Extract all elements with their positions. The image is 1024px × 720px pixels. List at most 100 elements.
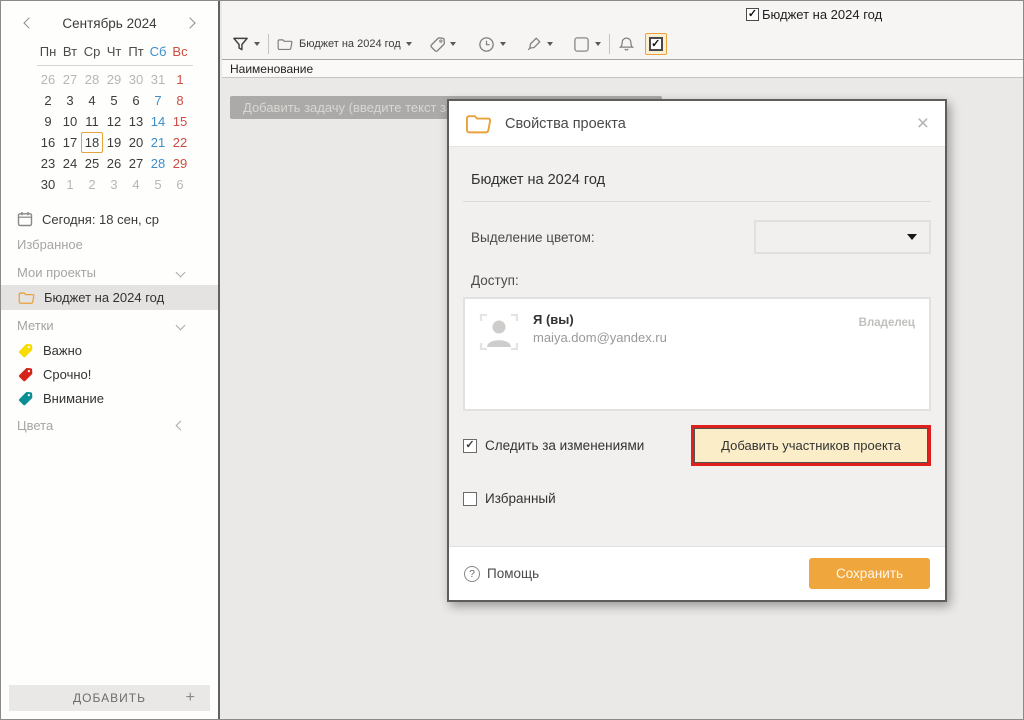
calendar-day[interactable]: 6 [125, 90, 147, 111]
sidebar-section-colors[interactable]: Цвета [1, 412, 218, 438]
calendar-day[interactable]: 27 [59, 69, 81, 90]
help-link[interactable]: ? Помощь [464, 566, 539, 582]
calendar-day[interactable]: 16 [37, 132, 59, 153]
filter-button[interactable] [232, 36, 260, 53]
calendar-day[interactable]: 30 [37, 174, 59, 195]
calendar-weekday: Сб [147, 41, 169, 62]
calendar-day[interactable]: 7 [147, 90, 169, 111]
add-button-label: ДОБАВИТЬ [73, 691, 146, 705]
folder-icon [277, 38, 293, 51]
column-header-name: Наименование [230, 62, 313, 76]
highlight-color-select[interactable] [754, 220, 931, 254]
calendar-day[interactable]: 28 [81, 69, 103, 90]
calendar-day[interactable]: 2 [81, 174, 103, 195]
calendar-day[interactable]: 19 [103, 132, 125, 153]
calendar-day[interactable]: 4 [81, 90, 103, 111]
checkbox-checked-icon[interactable]: ✓ [746, 8, 759, 21]
calendar-day[interactable]: 14 [147, 111, 169, 132]
calendar-day[interactable]: 9 [37, 111, 59, 132]
calendar-day[interactable]: 21 [147, 132, 169, 153]
project-selector-button[interactable]: Бюджет на 2024 год [277, 38, 412, 51]
project-name-field[interactable]: Бюджет на 2024 год [471, 172, 931, 188]
calendar-day[interactable]: 29 [103, 69, 125, 90]
calendar-day[interactable]: 8 [169, 90, 191, 111]
paint-menu-button[interactable] [526, 36, 553, 52]
calendar-day-today[interactable]: 18 [81, 132, 103, 153]
calendar-day[interactable]: 26 [103, 153, 125, 174]
calendar-day[interactable]: 27 [125, 153, 147, 174]
notifications-button[interactable] [618, 36, 635, 53]
calendar-day[interactable]: 1 [169, 69, 191, 90]
calendar-weekday: Пн [37, 41, 59, 62]
sidebar-item-today[interactable]: Сегодня: 18 сен, ср [17, 209, 218, 229]
calendar-day[interactable]: 31 [147, 69, 169, 90]
dropdown-arrow-icon [595, 42, 601, 46]
calendar-day[interactable]: 26 [37, 69, 59, 90]
checkbox-unchecked-icon [463, 492, 477, 506]
close-icon[interactable]: × [917, 113, 929, 134]
calendar-day[interactable]: 30 [125, 69, 147, 90]
calendar-day[interactable]: 20 [125, 132, 147, 153]
calendar-day[interactable]: 6 [169, 174, 191, 195]
sidebar-section-my-projects[interactable]: Мои проекты [1, 259, 218, 285]
sidebar-section-favorites[interactable]: Избранное [1, 231, 218, 257]
question-icon: ? [464, 566, 480, 582]
calendar-day[interactable]: 15 [169, 111, 191, 132]
calendar-day[interactable]: 23 [37, 153, 59, 174]
calendar-day[interactable]: 3 [103, 174, 125, 195]
calendar-day[interactable]: 12 [103, 111, 125, 132]
calendar-day[interactable]: 11 [81, 111, 103, 132]
calendar-next-icon[interactable] [184, 17, 195, 28]
sidebar-item-tag[interactable]: Важно [1, 338, 218, 362]
brush-icon [526, 36, 542, 52]
calendar-day[interactable]: 25 [81, 153, 103, 174]
tag-menu-button[interactable] [430, 37, 456, 52]
sidebar-item-project-selected[interactable]: Бюджет на 2024 год [1, 285, 218, 310]
watch-changes-checkbox[interactable]: ✓ Следить за изменениями [463, 438, 644, 453]
app-window: Сентябрь 2024 ПнВтСрЧтПтСбВс 26272829303… [0, 0, 1024, 720]
save-button[interactable]: Сохранить [809, 558, 930, 589]
shape-menu-button[interactable] [573, 36, 601, 53]
toolbar-project-label: Бюджет на 2024 год [299, 38, 401, 50]
calendar-prev-icon[interactable] [23, 17, 34, 28]
my-projects-label: Мои проекты [17, 265, 96, 280]
dialog-title: Свойства проекта [505, 116, 626, 132]
calendar-day[interactable]: 5 [103, 90, 125, 111]
calendar-month-title: Сентябрь 2024 [62, 16, 156, 31]
favorite-label: Избранный [485, 491, 556, 506]
add-button[interactable]: ДОБАВИТЬ + [9, 685, 210, 711]
project-visibility-toggle[interactable]: ✓ Бюджет на 2024 год [746, 7, 882, 22]
calendar-day[interactable]: 22 [169, 132, 191, 153]
chevron-left-icon [176, 420, 186, 430]
dropdown-arrow-icon [406, 42, 412, 46]
avatar [479, 312, 519, 352]
calendar-weekdays: ПнВтСрЧтПтСбВс [37, 41, 193, 66]
member-email: maiya.dom@yandex.ru [533, 330, 667, 345]
calendar-day[interactable]: 29 [169, 153, 191, 174]
time-menu-button[interactable] [478, 36, 506, 53]
member-role-badge: Владелец [859, 317, 915, 329]
today-label: Сегодня: 18 сен, ср [42, 212, 159, 227]
calendar-weekday: Вс [169, 41, 191, 62]
add-members-button[interactable]: Добавить участников проекта [694, 428, 928, 463]
favorite-checkbox[interactable]: Избранный [463, 491, 931, 506]
calendar-day[interactable]: 3 [59, 90, 81, 111]
calendar-day[interactable]: 28 [147, 153, 169, 174]
calendar-day[interactable]: 5 [147, 174, 169, 195]
calendar-day[interactable]: 1 [59, 174, 81, 195]
calendar-day[interactable]: 24 [59, 153, 81, 174]
sidebar-item-tag[interactable]: Внимание [1, 386, 218, 410]
sidebar-section-tags[interactable]: Метки [1, 312, 218, 338]
calendar-day[interactable]: 10 [59, 111, 81, 132]
calendar-day[interactable]: 13 [125, 111, 147, 132]
access-label: Доступ: [463, 273, 931, 288]
calendar-day[interactable]: 2 [37, 90, 59, 111]
toolbar: Бюджет на 2024 год [222, 29, 1023, 59]
clock-icon [478, 36, 495, 53]
calendar-day[interactable]: 4 [125, 174, 147, 195]
column-header-row[interactable]: Наименование [222, 59, 1023, 78]
calendar-day[interactable]: 17 [59, 132, 81, 153]
sidebar-item-tag[interactable]: Срочно! [1, 362, 218, 386]
tag-icon [430, 37, 445, 52]
completed-toggle-button[interactable]: ✓ [645, 33, 667, 55]
